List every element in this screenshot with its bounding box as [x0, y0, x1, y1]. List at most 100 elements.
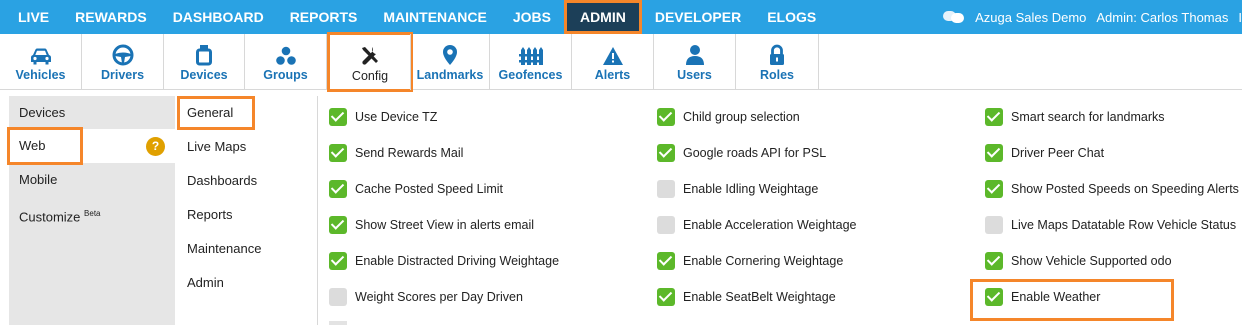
tile-vehicles[interactable]: Vehicles — [0, 34, 82, 90]
tile-label: Drivers — [100, 68, 145, 82]
checkbox[interactable] — [657, 216, 675, 234]
setting-show-street-view[interactable]: Show Street View in alerts email — [329, 215, 534, 235]
checkbox[interactable] — [657, 252, 675, 270]
nav-live[interactable]: LIVE — [0, 0, 62, 34]
setting-label: Smart search for landmarks — [1011, 110, 1165, 124]
chat-icon[interactable] — [943, 11, 965, 23]
tile-label: Landmarks — [416, 68, 484, 82]
tile-devices[interactable]: Devices — [164, 34, 245, 90]
map-pin-icon — [443, 45, 457, 65]
setting-google-roads-api[interactable]: Google roads API for PSL — [657, 143, 826, 163]
nav-admin[interactable]: ADMIN — [563, 0, 642, 34]
sidebar-item-devices[interactable]: Devices — [9, 96, 175, 130]
setting-label: Show Street View in alerts email — [355, 218, 535, 232]
nav-elogs[interactable]: ELOGS — [754, 0, 829, 34]
admin-icon-bar: Vehicles Drivers Devices Groups Config L… — [0, 32, 1242, 92]
subnav-reports[interactable]: Reports — [175, 198, 318, 232]
device-icon — [196, 45, 212, 66]
setting-child-group-selection[interactable]: Child group selection — [657, 107, 800, 127]
setting-label: Enable Idling Weightage — [683, 182, 819, 196]
subnav-dashboards[interactable]: Dashboards — [175, 164, 318, 198]
setting-seatbelt-weightage[interactable]: Enable SeatBelt Weightage — [657, 287, 836, 307]
tile-users[interactable]: Users — [654, 34, 736, 90]
tile-label: Config — [351, 69, 389, 83]
sidebar-item-label: Mobile — [19, 172, 58, 187]
tile-label: Vehicles — [15, 68, 66, 82]
tile-alerts[interactable]: Alerts — [572, 34, 654, 90]
setting-label: Send Rewards Mail — [355, 146, 464, 160]
tile-label: Alerts — [594, 68, 631, 82]
account-name[interactable]: Azuga Sales Demo — [975, 10, 1086, 25]
top-nav: LIVE REWARDS DASHBOARD REPORTS MAINTENAN… — [0, 0, 1242, 34]
tile-label: Users — [677, 68, 712, 82]
setting-label: Child group selection — [683, 110, 800, 124]
subnav-live-maps[interactable]: Live Maps — [175, 130, 318, 164]
warning-icon — [602, 47, 623, 65]
web-subnav: General Live Maps Dashboards Reports Mai… — [175, 96, 318, 325]
setting-driver-peer-chat[interactable]: Driver Peer Chat — [985, 143, 1104, 163]
subnav-maintenance[interactable]: Maintenance — [175, 232, 318, 266]
setting-use-device-tz[interactable]: Use Device TZ — [329, 107, 437, 127]
checkbox[interactable] — [329, 144, 347, 162]
user-icon — [685, 45, 704, 65]
checkbox[interactable] — [329, 108, 347, 126]
setting-label: Show Posted Speeds on Speeding Alerts — [1011, 182, 1239, 196]
sidebar-item-web[interactable]: Web ? — [7, 127, 175, 165]
setting-label: Google roads API for PSL — [683, 146, 827, 160]
setting-idling-weightage[interactable]: Enable Idling Weightage — [657, 179, 818, 199]
setting-cornering-weightage[interactable]: Enable Cornering Weightage — [657, 251, 843, 271]
setting-label: Weight Scores per Day Driven — [355, 290, 523, 304]
setting-send-rewards-mail[interactable]: Send Rewards Mail — [329, 143, 463, 163]
nav-dashboard[interactable]: DASHBOARD — [160, 0, 277, 34]
tile-geofences[interactable]: Geofences — [490, 34, 572, 90]
checkbox[interactable] — [985, 180, 1003, 198]
highlight-box — [970, 279, 1174, 321]
nav-reports[interactable]: REPORTS — [277, 0, 371, 34]
tile-config[interactable]: Config — [327, 32, 413, 92]
checkbox[interactable] — [985, 108, 1003, 126]
checkbox[interactable] — [657, 108, 675, 126]
tile-groups[interactable]: Groups — [245, 34, 327, 90]
steering-wheel-icon — [112, 44, 133, 66]
checkbox[interactable] — [657, 144, 675, 162]
setting-posted-speeds-alerts[interactable]: Show Posted Speeds on Speeding Alerts — [985, 179, 1239, 199]
setting-distracted-driving[interactable]: Enable Distracted Driving Weightage — [329, 251, 559, 271]
nav-rewards[interactable]: REWARDS — [62, 0, 160, 34]
checkbox-partial — [329, 321, 347, 325]
nav-jobs[interactable]: JOBS — [500, 0, 564, 34]
subnav-admin[interactable]: Admin — [175, 266, 318, 300]
truncated-text: I — [1238, 9, 1242, 25]
checkbox[interactable] — [329, 180, 347, 198]
help-icon[interactable]: ? — [146, 137, 165, 156]
setting-vehicle-supported-odo[interactable]: Show Vehicle Supported odo — [985, 251, 1172, 271]
sidebar-item-customize[interactable]: Customize Beta — [9, 197, 175, 231]
checkbox[interactable] — [985, 144, 1003, 162]
tile-drivers[interactable]: Drivers — [82, 34, 164, 90]
checkbox[interactable] — [985, 252, 1003, 270]
setting-live-maps-row-status[interactable]: Live Maps Datatable Row Vehicle Status — [985, 215, 1236, 235]
lock-icon — [770, 44, 784, 65]
setting-weight-scores-per-day[interactable]: Weight Scores per Day Driven — [329, 287, 523, 307]
checkbox[interactable] — [985, 216, 1003, 234]
setting-smart-search-landmarks[interactable]: Smart search for landmarks — [985, 107, 1165, 127]
setting-label: Driver Peer Chat — [1011, 146, 1105, 160]
setting-label: Enable SeatBelt Weightage — [683, 290, 836, 304]
setting-acceleration-weightage[interactable]: Enable Acceleration Weightage — [657, 215, 857, 235]
user-name[interactable]: Admin: Carlos Thomas — [1096, 10, 1228, 25]
tools-icon — [362, 47, 378, 65]
subnav-general[interactable]: General — [177, 96, 255, 130]
checkbox[interactable] — [657, 288, 675, 306]
tile-label: Roles — [759, 68, 795, 82]
checkbox[interactable] — [329, 288, 347, 306]
sidebar-item-mobile[interactable]: Mobile — [9, 163, 175, 197]
checkbox[interactable] — [329, 252, 347, 270]
nav-developer[interactable]: DEVELOPER — [642, 0, 754, 34]
checkbox[interactable] — [657, 180, 675, 198]
setting-cache-posted-speed-limit[interactable]: Cache Posted Speed Limit — [329, 179, 503, 199]
tile-roles[interactable]: Roles — [736, 34, 819, 90]
tile-landmarks[interactable]: Landmarks — [410, 34, 490, 90]
checkbox[interactable] — [329, 216, 347, 234]
car-icon — [30, 48, 51, 65]
nav-maintenance[interactable]: MAINTENANCE — [370, 0, 499, 34]
tile-label: Devices — [180, 68, 228, 82]
